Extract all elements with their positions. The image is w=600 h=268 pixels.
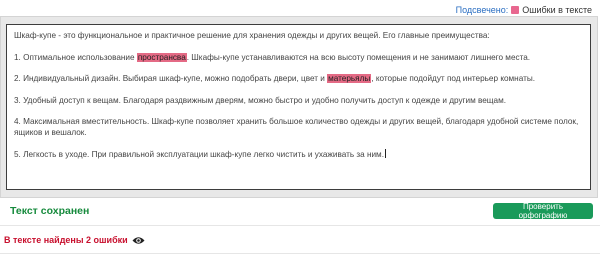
editor-item-4: 4. Максимальная вместительность. Шкаф-ку… [14,117,579,137]
text-segment: 5. Легкость в уходе. При правильной эксп… [14,150,384,159]
text-segment: , которые подойдут под интерьер комнаты. [371,74,535,83]
spelling-error-highlight[interactable]: матерьялы [327,74,372,83]
legend-label: Подсвечено: [455,5,509,15]
error-color-swatch [511,6,520,14]
save-status: Текст сохранен [10,205,90,217]
highlight-legend: Подсвечено: Ошибки в тексте [456,5,592,15]
eye-icon[interactable] [132,236,145,245]
text-segment: . Шкафы-купе устанавливаются на всю высо… [186,52,531,62]
text-editor[interactable]: Шкаф-купе - это функциональное и практич… [6,24,591,190]
text-cursor [384,149,386,158]
spelling-error-highlight[interactable]: пространсва [136,52,187,62]
editor-item-2: 2. Индивидуальный дизайн. Выбирая шкаф-к… [14,74,583,85]
errors-found-text: В тексте найдены 2 ошибки [4,235,128,245]
editor-item-3: 3. Удобный доступ к вещам. Благодаря раз… [14,95,507,105]
text-segment: 2. Индивидуальный дизайн. Выбирая шкаф-к… [14,74,328,83]
divider [0,225,600,226]
errors-found-summary: В тексте найдены 2 ошибки [4,235,145,245]
editor-item-5: 5. Легкость в уходе. При правильной эксп… [14,149,583,161]
text-segment: 1. Оптимальное использование [14,52,137,62]
editor-intro: Шкаф-купе - это функциональное и практич… [14,31,490,40]
legend-item-errors: Ошибки в тексте [522,5,592,15]
editor-item-1: 1. Оптимальное использование пространсва… [14,52,583,64]
check-spelling-button[interactable]: Проверить орфографию [493,202,593,220]
divider [0,253,600,254]
